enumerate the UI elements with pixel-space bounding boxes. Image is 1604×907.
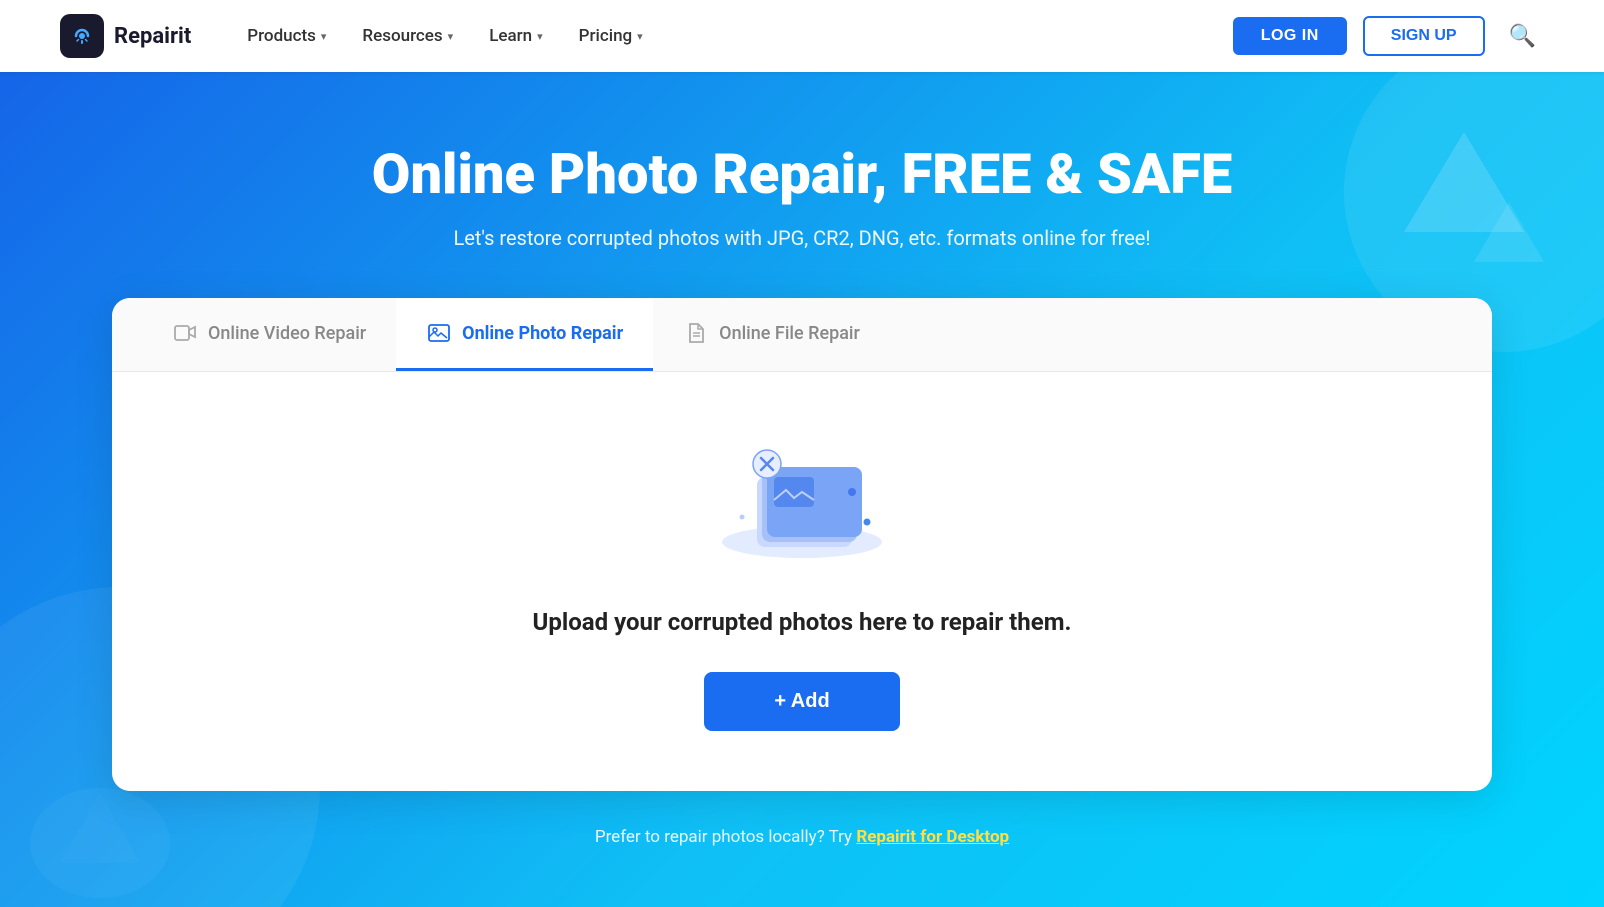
nav-item-learn[interactable]: Learn ▾ (473, 18, 558, 54)
desktop-app-link[interactable]: Repairit for Desktop (856, 827, 1009, 847)
chevron-down-icon: ▾ (637, 30, 643, 43)
logo-text: Repairit (114, 24, 191, 49)
nav-item-pricing[interactable]: Pricing ▾ (563, 18, 659, 54)
hero-subtitle: Let's restore corrupted photos with JPG,… (60, 226, 1544, 250)
chevron-down-icon: ▾ (321, 30, 327, 43)
nav-actions: LOG IN SIGN UP 🔍 (1233, 15, 1544, 57)
video-repair-icon (172, 320, 198, 346)
chevron-down-icon: ▾ (537, 30, 543, 43)
photo-repair-icon (426, 320, 452, 346)
file-repair-icon (683, 320, 709, 346)
repair-card: Online Video Repair Online Photo Repair (112, 298, 1492, 791)
logo-icon (60, 14, 104, 58)
tab-video-repair[interactable]: Online Video Repair (142, 298, 396, 371)
signup-button[interactable]: SIGN UP (1363, 16, 1485, 56)
add-button[interactable]: + Add (704, 672, 899, 731)
hero-section: Online Photo Repair, FREE & SAFE Let's r… (0, 72, 1604, 907)
nav-links: Products ▾ Resources ▾ Learn ▾ Pricing ▾ (231, 18, 1232, 54)
search-button[interactable]: 🔍 (1501, 15, 1544, 57)
hero-title: Online Photo Repair, FREE & SAFE (60, 142, 1544, 206)
navbar: Repairit Products ▾ Resources ▾ Learn ▾ … (0, 0, 1604, 72)
photo-illustration (702, 422, 902, 572)
card-body: Upload your corrupted photos here to rep… (112, 372, 1492, 791)
chevron-down-icon: ▾ (448, 30, 454, 43)
bottom-cta-text: Prefer to repair photos locally? Try Rep… (60, 827, 1544, 847)
login-button[interactable]: LOG IN (1233, 17, 1347, 55)
upload-instruction: Upload your corrupted photos here to rep… (533, 608, 1072, 636)
search-icon: 🔍 (1509, 23, 1536, 48)
nav-item-products[interactable]: Products ▾ (231, 18, 342, 54)
logo[interactable]: Repairit (60, 14, 191, 58)
nav-item-resources[interactable]: Resources ▾ (346, 18, 469, 54)
tab-file-repair[interactable]: Online File Repair (653, 298, 890, 371)
tab-photo-repair[interactable]: Online Photo Repair (396, 298, 653, 371)
tabs-bar: Online Video Repair Online Photo Repair (112, 298, 1492, 372)
